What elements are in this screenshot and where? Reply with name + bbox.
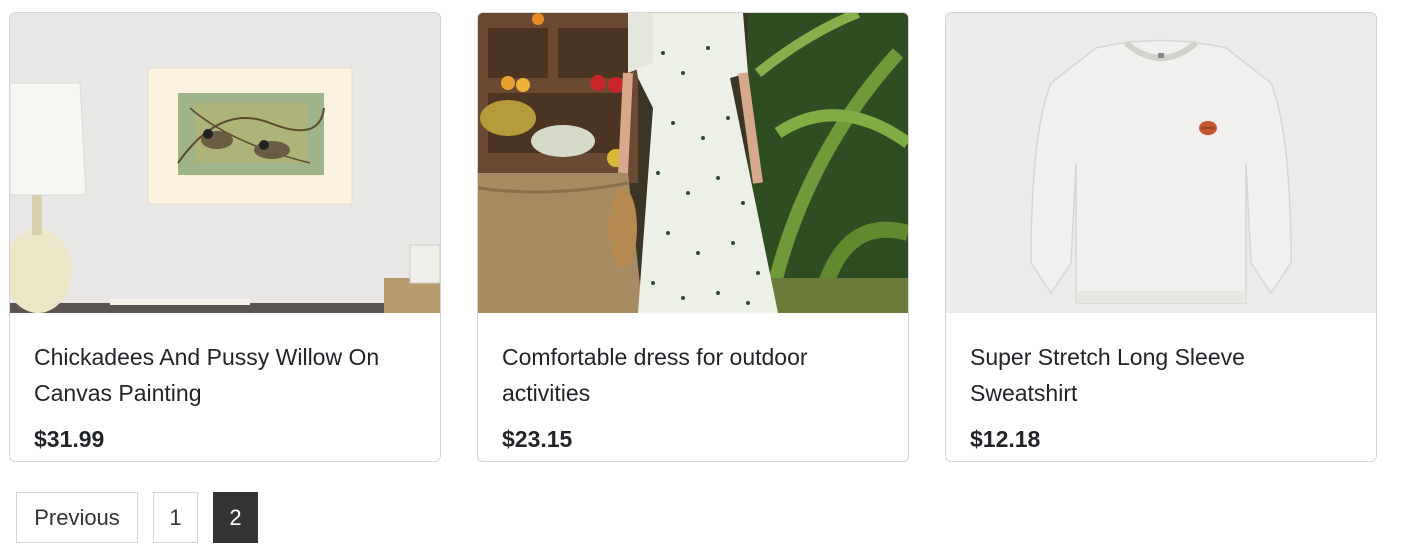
canvas-painting-image[interactable] [10, 13, 440, 313]
page-2-button[interactable]: 2 [213, 492, 258, 543]
product-price: $12.18 [970, 426, 1041, 452]
sweatshirt-image[interactable] [946, 13, 1376, 313]
previous-page-button[interactable]: Previous [16, 492, 138, 543]
product-grid: Chickadees And Pussy Willow On Canvas Pa… [9, 12, 1377, 462]
page-1-button[interactable]: 1 [153, 492, 198, 543]
floral-dress-image[interactable] [478, 13, 908, 313]
product-price: $23.15 [502, 426, 573, 452]
product-card[interactable]: Comfortable dress for outdoor activities… [477, 12, 909, 462]
product-price: $31.99 [34, 426, 105, 452]
product-title[interactable]: Super Stretch Long Sleeve Sweatshirt [970, 339, 1356, 411]
product-title[interactable]: Chickadees And Pussy Willow On Canvas Pa… [34, 339, 420, 411]
product-title[interactable]: Comfortable dress for outdoor activities [502, 339, 888, 411]
product-card[interactable]: Super Stretch Long Sleeve Sweatshirt $12… [945, 12, 1377, 462]
product-card[interactable]: Chickadees And Pussy Willow On Canvas Pa… [9, 12, 441, 462]
